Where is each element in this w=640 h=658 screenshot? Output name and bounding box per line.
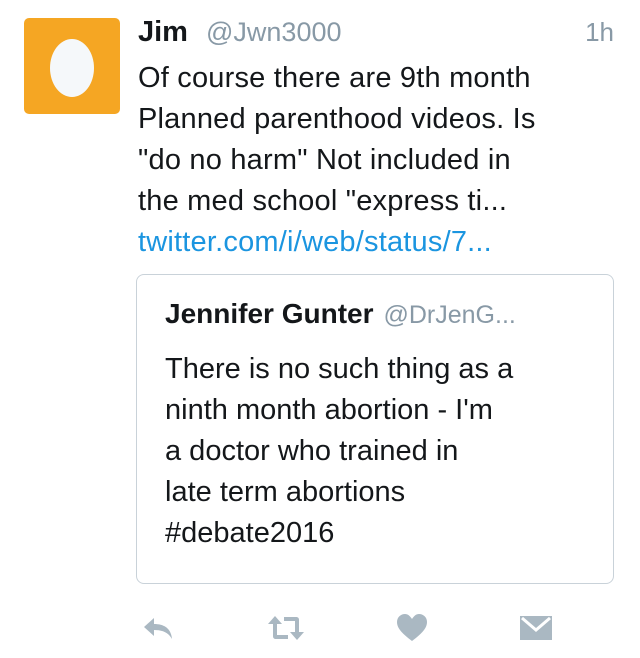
- avatar[interactable]: [24, 18, 120, 114]
- tweet-actions: [138, 608, 578, 648]
- quoted-tweet[interactable]: Jennifer Gunter @DrJenG... There is no su…: [136, 274, 614, 584]
- like-button[interactable]: [392, 608, 432, 648]
- tweet-link[interactable]: twitter.com/i/web/status/7...: [138, 222, 620, 263]
- quoted-author-handle: @DrJenG...: [383, 301, 516, 329]
- heart-icon: [397, 614, 427, 641]
- quoted-text-line: ninth month abortion - I'm: [165, 394, 493, 426]
- message-button[interactable]: [516, 608, 556, 648]
- quoted-text-line: a doctor who trained in: [165, 435, 459, 467]
- quoted-text-line: late term abortions: [165, 476, 406, 508]
- author-name[interactable]: Jim: [138, 14, 188, 50]
- quoted-author-name: Jennifer Gunter: [165, 298, 374, 329]
- quoted-text-line: There is no such thing as a: [165, 353, 514, 385]
- quoted-text-line: #debate2016: [165, 517, 335, 549]
- tweet-text-line: Planned parenthood videos. Is: [138, 103, 536, 135]
- tweet-text-line: "do no harm" Not included in: [138, 144, 511, 176]
- reply-button[interactable]: [138, 608, 178, 648]
- author-handle[interactable]: @Jwn3000: [206, 14, 342, 50]
- retweet-icon: [268, 616, 304, 640]
- tweet-header: Jim @Jwn3000 1h: [138, 14, 618, 50]
- egg-icon: [50, 39, 94, 97]
- tweet-text-line: the med school "express ti...: [138, 185, 508, 217]
- envelope-icon: [520, 616, 552, 640]
- quoted-tweet-text: There is no such thing as a ninth month …: [165, 349, 605, 554]
- timestamp[interactable]: 1h: [585, 14, 614, 50]
- reply-icon: [144, 618, 172, 639]
- quoted-tweet-header: Jennifer Gunter @DrJenG...: [165, 297, 605, 331]
- tweet-text-line: Of course there are 9th month: [138, 62, 531, 94]
- tweet-text: Of course there are 9th month Planned pa…: [138, 58, 620, 263]
- retweet-button[interactable]: [266, 608, 306, 648]
